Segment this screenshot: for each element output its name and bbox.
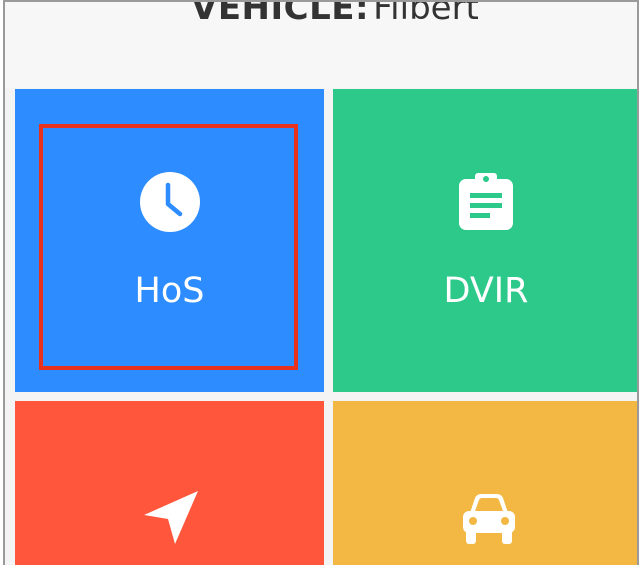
vehicle-label: VEHICLE: [191, 0, 370, 28]
hos-tile[interactable]: HoS [15, 89, 324, 392]
navigation-icon [142, 489, 200, 545]
clipboard-icon [458, 173, 514, 231]
car-icon [460, 493, 518, 545]
header: VEHICLE: Filbert [5, 2, 637, 88]
navigation-tile[interactable] [15, 401, 324, 565]
dvir-tile[interactable]: DVIR [333, 89, 637, 392]
vehicle-tile[interactable] [333, 401, 637, 565]
selection-highlight [39, 124, 298, 370]
vehicle-line: VEHICLE: Filbert [191, 0, 479, 28]
vehicle-name: Filbert [373, 0, 479, 28]
app-window: VEHICLE: Filbert HoS DVIR [3, 0, 639, 565]
dvir-label: DVIR [443, 271, 529, 311]
